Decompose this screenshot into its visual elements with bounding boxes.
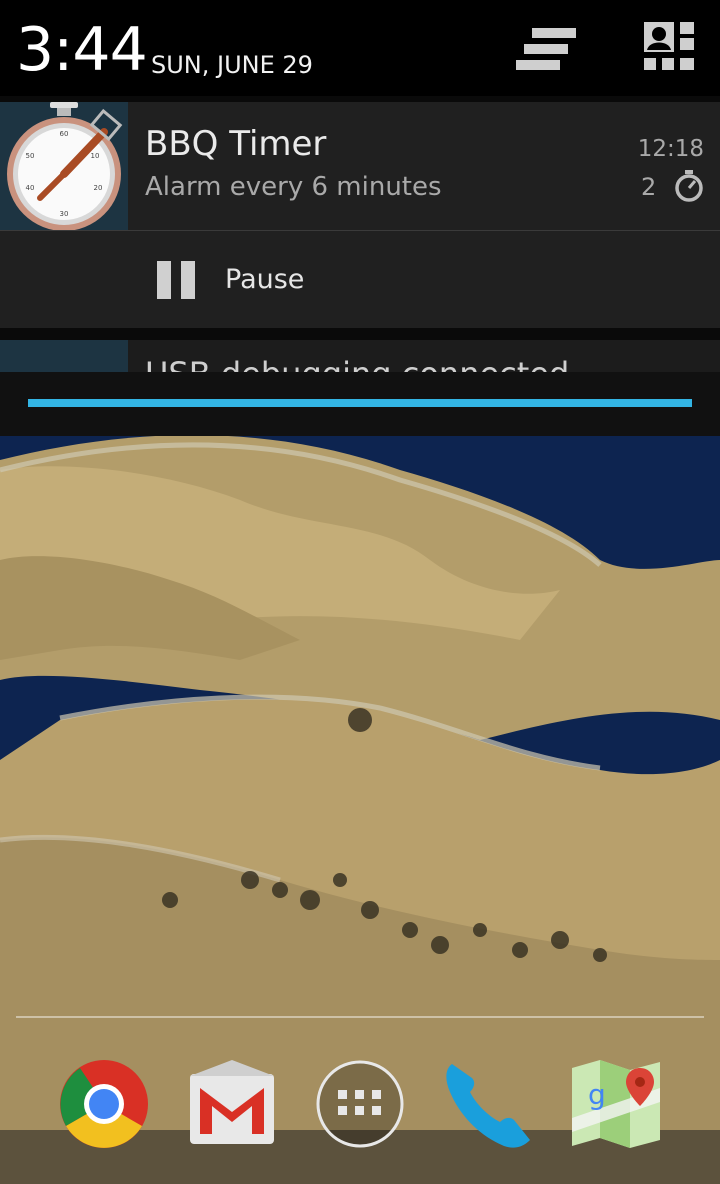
chrome-icon[interactable] xyxy=(58,1058,150,1150)
notification-app-icon-box: 60 10 20 30 40 50 xyxy=(0,102,128,231)
pause-label: Pause xyxy=(225,264,305,295)
peek-notification-icon-box xyxy=(0,340,128,372)
notification-card[interactable]: 60 10 20 30 40 50 BBQ Timer Alarm every 6 mi… xyxy=(0,102,720,231)
notification-text: Alarm every 6 minutes xyxy=(145,172,442,202)
pause-action[interactable]: Pause xyxy=(0,231,720,328)
stopwatch-small-icon xyxy=(675,170,703,202)
svg-text:g: g xyxy=(588,1078,606,1111)
dock-divider xyxy=(16,1016,704,1018)
svg-text:40: 40 xyxy=(26,184,35,192)
status-header: 3:44 SUN, JUNE 29 xyxy=(0,0,720,96)
shade-handle[interactable] xyxy=(0,372,720,436)
svg-text:30: 30 xyxy=(60,210,69,218)
date: SUN, JUNE 29 xyxy=(151,51,313,79)
phone-icon[interactable] xyxy=(442,1058,534,1150)
svg-text:50: 50 xyxy=(26,152,35,160)
app-drawer-icon[interactable] xyxy=(314,1058,406,1150)
maps-icon[interactable]: g xyxy=(570,1058,662,1150)
shade-handle-bar[interactable] xyxy=(28,399,692,407)
clear-all-icon[interactable] xyxy=(514,20,578,80)
clock: 3:44 xyxy=(16,15,148,85)
gmail-icon[interactable] xyxy=(186,1058,278,1150)
notification-count: 2 xyxy=(641,173,657,201)
peek-notification-text: USB debugging connected xyxy=(145,354,569,372)
peek-notification[interactable]: USB debugging connected xyxy=(0,340,720,372)
svg-text:60: 60 xyxy=(60,130,69,138)
pause-icon xyxy=(157,261,195,299)
svg-text:20: 20 xyxy=(94,184,103,192)
notification-time: 12:18 xyxy=(637,136,704,162)
stopwatch-icon: 60 10 20 30 40 50 xyxy=(7,102,123,231)
quick-settings-icon[interactable] xyxy=(640,20,704,80)
notification-title: BBQ Timer xyxy=(145,124,327,164)
svg-text:10: 10 xyxy=(91,152,100,160)
